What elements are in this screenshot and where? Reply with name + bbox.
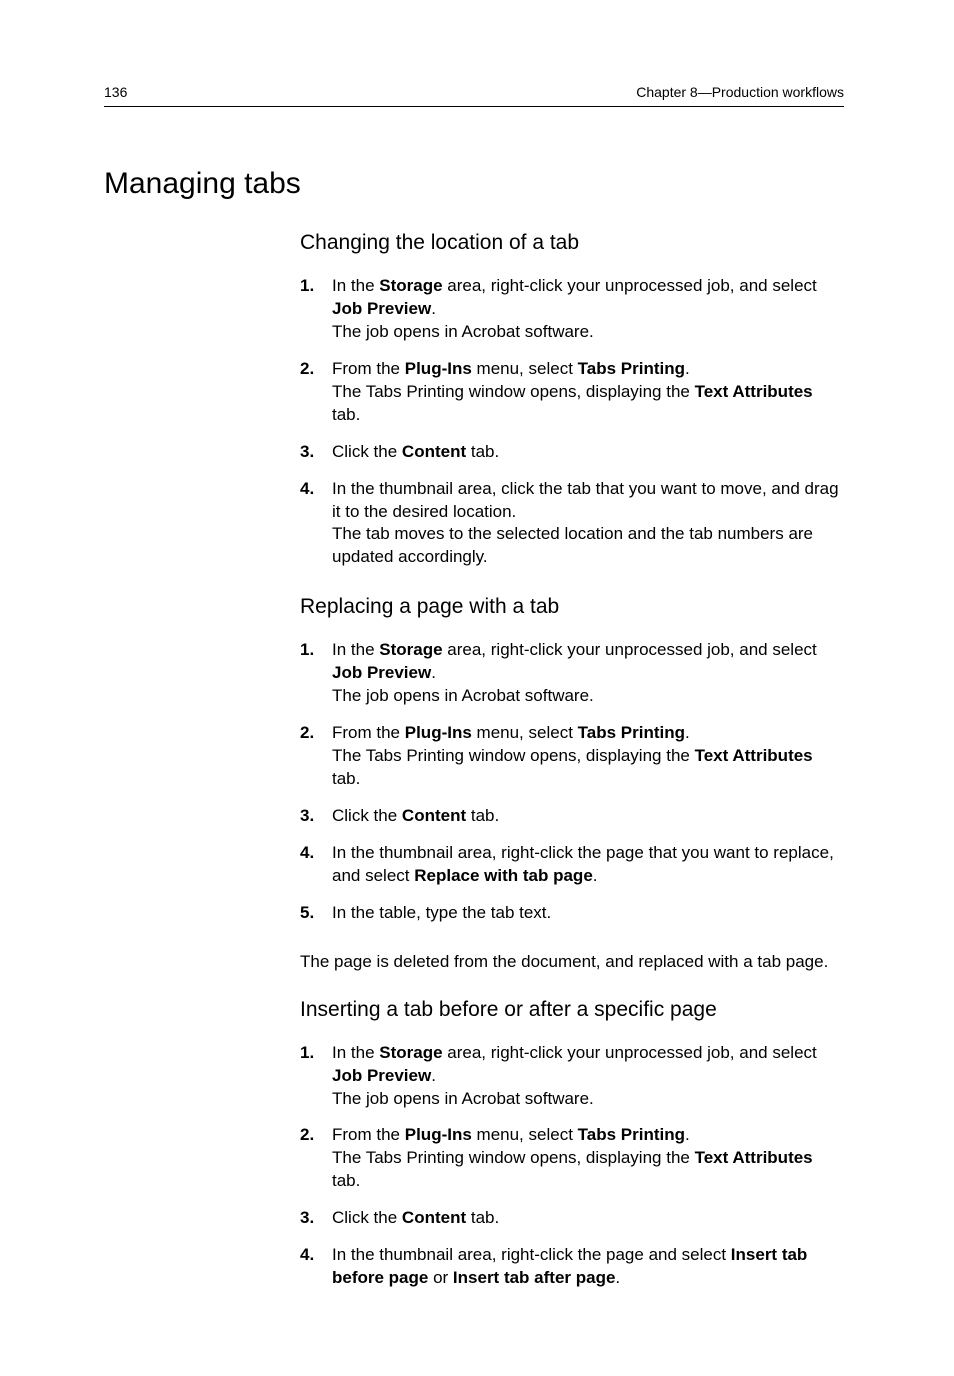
content-column: Changing the location of a tab1.In the S… xyxy=(300,231,844,1290)
page-header: 136 Chapter 8—Production workflows xyxy=(104,84,844,107)
step-body: In the thumbnail area, right-click the p… xyxy=(332,1244,844,1290)
bold-term: Tabs Printing xyxy=(578,1125,685,1144)
bold-term: Job Preview xyxy=(332,663,431,682)
step-item: 1.In the Storage area, right-click your … xyxy=(300,639,844,708)
step-number: 4. xyxy=(300,478,332,570)
step-item: 1.In the Storage area, right-click your … xyxy=(300,1042,844,1111)
bold-term: Storage xyxy=(379,276,442,295)
bold-term: Insert tab after page xyxy=(453,1268,616,1287)
bold-term: Text Attributes xyxy=(695,1148,813,1167)
step-result: The job opens in Acrobat software. xyxy=(332,685,844,708)
step-number: 1. xyxy=(300,275,332,344)
step-list: 1.In the Storage area, right-click your … xyxy=(300,275,844,569)
step-body: In the thumbnail area, right-click the p… xyxy=(332,842,844,888)
section-heading: Inserting a tab before or after a specif… xyxy=(300,998,844,1022)
step-number: 4. xyxy=(300,842,332,888)
step-number: 3. xyxy=(300,441,332,464)
step-body: Click the Content tab. xyxy=(332,441,844,464)
step-item: 4.In the thumbnail area, click the tab t… xyxy=(300,478,844,570)
bold-term: Plug-Ins xyxy=(405,723,472,742)
bold-term: Job Preview xyxy=(332,1066,431,1085)
document-page: 136 Chapter 8—Production workflows Manag… xyxy=(0,0,954,1376)
bold-term: Storage xyxy=(379,1043,442,1062)
bold-term: Tabs Printing xyxy=(578,723,685,742)
step-body: In the thumbnail area, click the tab tha… xyxy=(332,478,844,570)
step-item: 1.In the Storage area, right-click your … xyxy=(300,275,844,344)
chapter-label: Chapter 8—Production workflows xyxy=(636,84,844,100)
step-number: 5. xyxy=(300,902,332,925)
step-list: 1.In the Storage area, right-click your … xyxy=(300,639,844,924)
step-item: 4.In the thumbnail area, right-click the… xyxy=(300,842,844,888)
step-number: 4. xyxy=(300,1244,332,1290)
bold-term: Tabs Printing xyxy=(578,359,685,378)
step-result: The job opens in Acrobat software. xyxy=(332,321,844,344)
bold-term: Job Preview xyxy=(332,299,431,318)
step-number: 1. xyxy=(300,639,332,708)
step-number: 2. xyxy=(300,722,332,791)
step-item: 3.Click the Content tab. xyxy=(300,1207,844,1230)
step-item: 5.In the table, type the tab text. xyxy=(300,902,844,925)
section-heading: Changing the location of a tab xyxy=(300,231,844,255)
step-result: The tab moves to the selected location a… xyxy=(332,523,844,569)
bold-term: Text Attributes xyxy=(695,382,813,401)
step-result: The Tabs Printing window opens, displayi… xyxy=(332,381,844,427)
bold-term: Content xyxy=(402,442,466,461)
step-body: From the Plug-Ins menu, select Tabs Prin… xyxy=(332,722,844,791)
bold-term: Replace with tab page xyxy=(414,866,593,885)
step-list: 1.In the Storage area, right-click your … xyxy=(300,1042,844,1290)
bold-term: Plug-Ins xyxy=(405,359,472,378)
step-body: In the Storage area, right-click your un… xyxy=(332,1042,844,1111)
bold-term: Content xyxy=(402,1208,466,1227)
section-trailing-paragraph: The page is deleted from the document, a… xyxy=(300,951,844,974)
step-body: Click the Content tab. xyxy=(332,805,844,828)
step-body: In the table, type the tab text. xyxy=(332,902,844,925)
step-body: In the Storage area, right-click your un… xyxy=(332,639,844,708)
step-number: 2. xyxy=(300,1124,332,1193)
step-body: From the Plug-Ins menu, select Tabs Prin… xyxy=(332,1124,844,1193)
step-number: 1. xyxy=(300,1042,332,1111)
step-item: 3.Click the Content tab. xyxy=(300,441,844,464)
bold-term: Storage xyxy=(379,640,442,659)
step-result: The Tabs Printing window opens, displayi… xyxy=(332,1147,844,1193)
bold-term: Plug-Ins xyxy=(405,1125,472,1144)
step-result: The job opens in Acrobat software. xyxy=(332,1088,844,1111)
step-body: In the Storage area, right-click your un… xyxy=(332,275,844,344)
step-item: 3.Click the Content tab. xyxy=(300,805,844,828)
step-body: Click the Content tab. xyxy=(332,1207,844,1230)
section-heading: Replacing a page with a tab xyxy=(300,595,844,619)
page-number: 136 xyxy=(104,84,127,100)
bold-term: Text Attributes xyxy=(695,746,813,765)
page-title: Managing tabs xyxy=(104,167,844,201)
step-item: 2.From the Plug-Ins menu, select Tabs Pr… xyxy=(300,722,844,791)
bold-term: Content xyxy=(402,806,466,825)
step-number: 3. xyxy=(300,1207,332,1230)
step-item: 4.In the thumbnail area, right-click the… xyxy=(300,1244,844,1290)
step-item: 2.From the Plug-Ins menu, select Tabs Pr… xyxy=(300,1124,844,1193)
step-result: The Tabs Printing window opens, displayi… xyxy=(332,745,844,791)
step-number: 3. xyxy=(300,805,332,828)
step-body: From the Plug-Ins menu, select Tabs Prin… xyxy=(332,358,844,427)
step-number: 2. xyxy=(300,358,332,427)
step-item: 2.From the Plug-Ins menu, select Tabs Pr… xyxy=(300,358,844,427)
